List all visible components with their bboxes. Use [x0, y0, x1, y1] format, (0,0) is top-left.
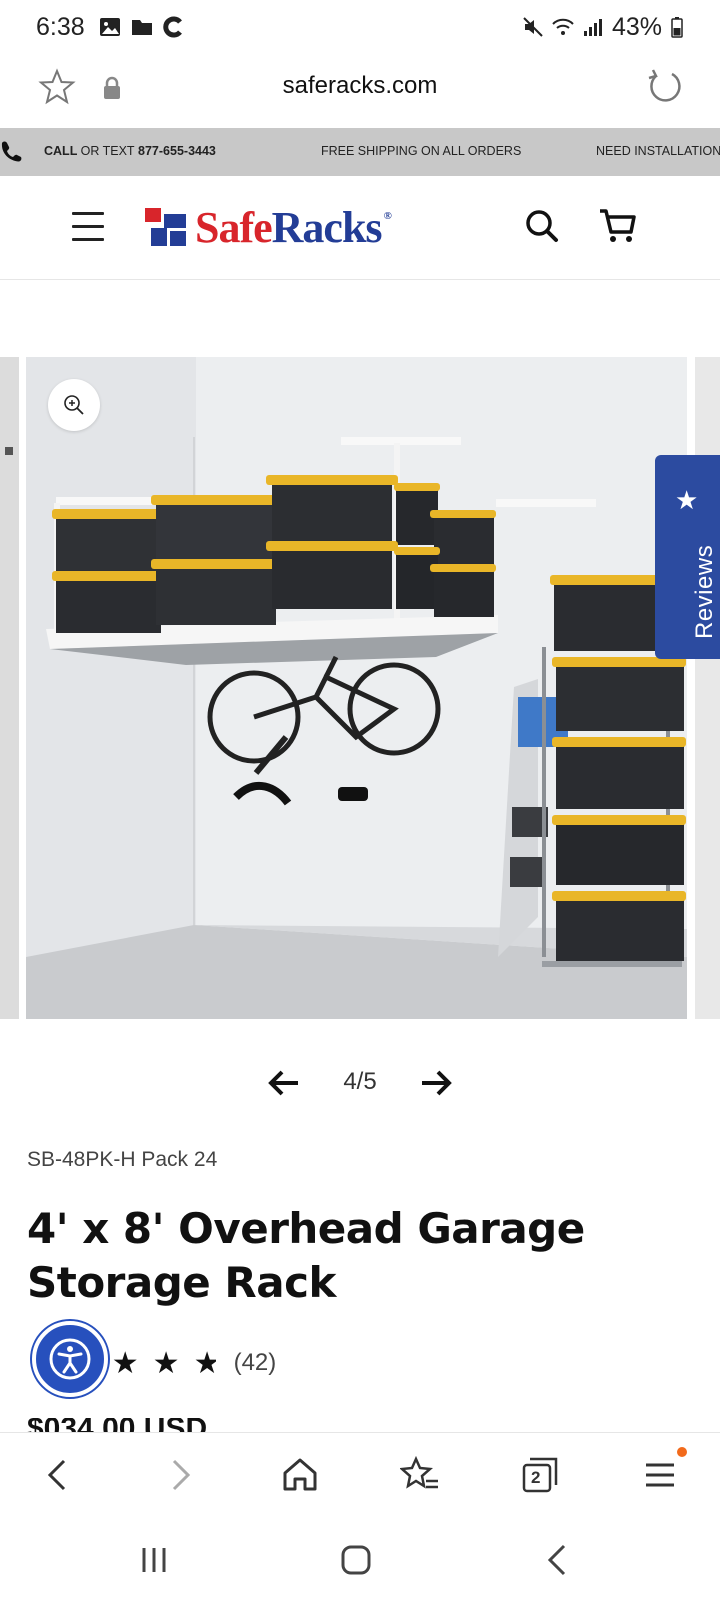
- back-icon[interactable]: [38, 1455, 78, 1495]
- tabs-count: 2: [531, 1468, 541, 1487]
- tabs-button[interactable]: 2: [520, 1455, 560, 1495]
- search-icon[interactable]: [524, 208, 560, 244]
- menu-hamburger-icon[interactable]: [72, 212, 104, 242]
- home-icon[interactable]: [280, 1455, 320, 1495]
- product-price: $034.00 USD: [27, 1418, 227, 1432]
- mute-icon: [523, 17, 543, 37]
- gallery-counter: 4/5: [343, 1068, 377, 1095]
- signal-icon: [583, 19, 602, 36]
- arrow-left-icon[interactable]: [268, 1068, 300, 1098]
- browser-url-bar: saferacks.com: [0, 54, 720, 126]
- logo-registered-mark: ®: [383, 210, 392, 222]
- status-time: 6:38: [36, 12, 85, 41]
- gallery-pager: 4/5: [0, 1062, 720, 1106]
- saferacks-logo[interactable]: SafeRacks ®: [145, 203, 392, 252]
- reviews-tab[interactable]: ★ Reviews: [655, 455, 720, 659]
- installation-promo[interactable]: NEED INSTALLATION HE: [596, 144, 720, 158]
- half-star-icon: ★: [193, 1346, 216, 1380]
- bookmarks-icon[interactable]: [400, 1455, 440, 1495]
- logo-mark-icon: [145, 208, 189, 248]
- garage-rack-photo: [26, 357, 687, 1019]
- product-gallery: [0, 357, 720, 1019]
- shipping-promo: FREE SHIPPING ON ALL ORDERS: [321, 144, 522, 158]
- cart-icon[interactable]: [598, 206, 638, 246]
- product-image[interactable]: [26, 357, 687, 1019]
- forward-icon[interactable]: [160, 1455, 200, 1495]
- product-sku: SB-48PK-H Pack 24: [27, 1148, 218, 1171]
- arrow-right-icon[interactable]: [420, 1068, 452, 1098]
- promo-bar: CALL OR TEXT 877-655-3443 FREE SHIPPING …: [0, 128, 720, 176]
- gallery-icon: [99, 18, 120, 36]
- gallery-previous-slide[interactable]: [0, 357, 19, 1019]
- system-nav-bar: [0, 1520, 720, 1600]
- reload-icon[interactable]: [646, 68, 682, 104]
- zoom-button[interactable]: [48, 379, 100, 431]
- browser-bottom-nav: 2: [0, 1432, 720, 1520]
- reviews-tab-label: Reviews: [691, 544, 718, 639]
- site-header: SafeRacks ®: [0, 176, 720, 280]
- battery-percent: 43%: [611, 12, 662, 41]
- review-count: (42): [233, 1349, 277, 1376]
- star-icon: ★: [675, 485, 699, 515]
- accessibility-button[interactable]: [32, 1321, 108, 1397]
- c-app-icon: [163, 16, 182, 38]
- recents-icon[interactable]: [136, 1542, 172, 1578]
- menu-icon[interactable]: [640, 1455, 680, 1495]
- url-text[interactable]: saferacks.com: [0, 72, 720, 100]
- accessibility-icon: [49, 1338, 91, 1380]
- system-home-icon[interactable]: [338, 1542, 374, 1578]
- wifi-icon: [552, 18, 574, 35]
- logo-safe-text: Safe: [195, 203, 273, 252]
- system-back-icon[interactable]: [540, 1542, 576, 1578]
- battery-icon: [671, 17, 683, 38]
- product-title: 4' x 8' Overhead Garage Storage Rack: [27, 1204, 585, 1307]
- notification-dot: [677, 1447, 687, 1457]
- zoom-in-icon: [64, 395, 84, 415]
- call-promo[interactable]: CALL OR TEXT 877-655-3443: [44, 144, 216, 158]
- logo-racks-text: Racks: [271, 203, 383, 252]
- folder-icon: [131, 20, 152, 35]
- phone-icon: [1, 141, 22, 162]
- status-bar: 6:38 43%: [0, 0, 720, 54]
